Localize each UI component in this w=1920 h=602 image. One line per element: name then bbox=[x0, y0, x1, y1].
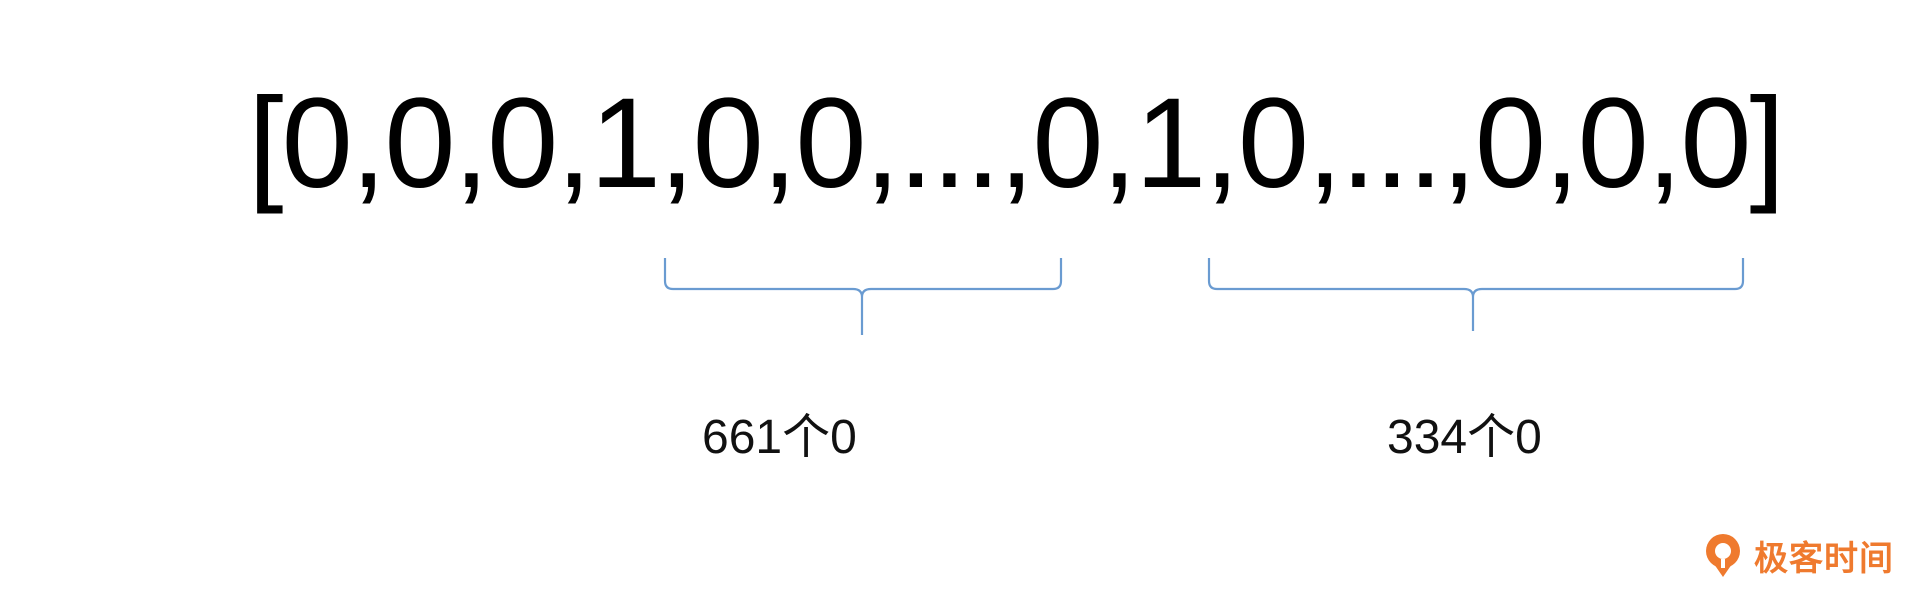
brand-logo: 极客时间 bbox=[1700, 530, 1894, 580]
brand-name: 极客时间 bbox=[1754, 538, 1894, 579]
count-label-334-zeros: 334个0 bbox=[1387, 411, 1542, 464]
vector-expression: [0,0,0,1,0,0,...,0,1,0,...,0,0,0] bbox=[248, 72, 1785, 215]
count-label-661-zeros: 661个0 bbox=[702, 411, 857, 464]
brace-right bbox=[1207, 258, 1745, 331]
brace-left bbox=[663, 258, 1063, 335]
geektime-logo-icon bbox=[1706, 534, 1740, 577]
